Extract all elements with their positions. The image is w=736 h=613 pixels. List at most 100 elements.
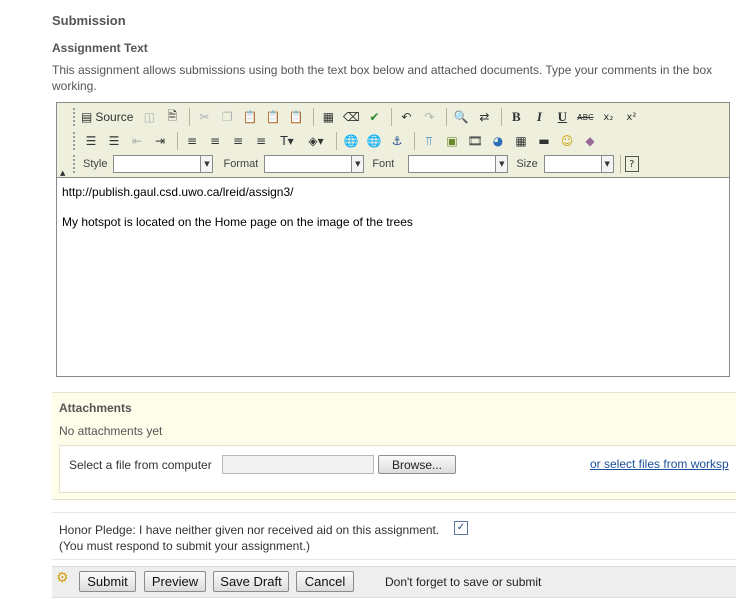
file-path-input[interactable] [222, 455, 374, 474]
section-title: Submission [52, 13, 126, 28]
image-icon[interactable]: ▣ [442, 131, 462, 151]
undo-icon[interactable]: ↶ [396, 107, 416, 127]
size-select[interactable]: ▼ [543, 155, 614, 173]
bold-icon[interactable]: B [506, 107, 526, 127]
toolbar-separator [619, 155, 621, 173]
outdent-icon[interactable]: ⇤ [127, 131, 147, 151]
align-justify-icon[interactable]: ≡ [251, 131, 271, 151]
action-bar: ⚙ Submit Preview Save Draft Cancel Don't… [52, 566, 736, 598]
style-select[interactable]: ▼ [113, 155, 214, 173]
align-center-icon[interactable]: ≡ [205, 131, 225, 151]
font-select[interactable]: ▼ [408, 155, 509, 173]
assignment-text-heading: Assignment Text [52, 41, 148, 55]
toolbar-separator [446, 108, 448, 126]
toolbar-separator [177, 132, 178, 150]
horizontal-rule-icon[interactable]: ▬ [534, 131, 554, 151]
subscript-icon[interactable]: x₂ [598, 107, 618, 127]
indent-icon[interactable]: ⇥ [150, 131, 170, 151]
templates-icon[interactable]: 🗎 [162, 107, 182, 127]
honor-pledge-text: Honor Pledge: I have neither given nor r… [59, 523, 440, 537]
editor-content[interactable]: http://publish.gaul.csd.uwo.ca/lreid/ass… [62, 184, 413, 230]
align-right-icon[interactable]: ≡ [228, 131, 248, 151]
paste-text-icon[interactable]: 📋 [263, 107, 283, 127]
background-color-icon[interactable]: ◈▾ [303, 131, 329, 151]
rich-text-editor: ▤ Source ◫ 🗎 ✂ ❐ 📋 📋 📋 ▦ ⌫ ✔ ↶ ↷ 🔍 ⇄ B I … [56, 102, 730, 377]
select-from-workspace-link[interactable]: or select files from worksp [590, 457, 729, 471]
numbered-list-icon[interactable]: ☰ [81, 131, 101, 151]
cut-icon[interactable]: ✂ [194, 107, 214, 127]
toolbar-grip [73, 108, 78, 126]
cancel-button[interactable]: Cancel [296, 571, 354, 592]
replace-icon[interactable]: ⇄ [474, 107, 494, 127]
save-reminder-text: Don't forget to save or submit [385, 575, 542, 589]
select-all-icon[interactable]: ▦ [318, 107, 338, 127]
save-draft-button[interactable]: Save Draft [213, 571, 289, 592]
spellcheck-icon[interactable]: ✔ [364, 107, 384, 127]
content-line-2: My hotspot is located on the Home page o… [62, 215, 413, 229]
honor-pledge-checkbox[interactable]: ✓ [454, 521, 468, 535]
collapse-toolbar-icon[interactable]: ▲ [60, 169, 65, 177]
toolbar-row-3: Style ▼ Format ▼ Font ▼ Size ▼ ? [73, 153, 642, 175]
source-icon: ▤ [81, 110, 93, 124]
special-char-icon[interactable]: ◆ [580, 131, 600, 151]
attachments-title: Attachments [59, 401, 132, 415]
honor-pledge-panel: Honor Pledge: I have neither given nor r… [52, 512, 736, 560]
chevron-down-icon: ▼ [600, 156, 613, 172]
anchor-icon[interactable]: ⚓ [387, 131, 407, 151]
preview-button[interactable]: Preview [144, 571, 206, 592]
content-line-1: http://publish.gaul.csd.uwo.ca/lreid/ass… [62, 185, 294, 199]
chevron-down-icon: ▼ [495, 156, 508, 172]
help-icon[interactable]: ? [624, 156, 639, 172]
toolbar-separator [501, 108, 503, 126]
link-icon[interactable]: 🌐 [341, 131, 361, 151]
gear-icon: ⚙ [56, 570, 69, 586]
paste-icon[interactable]: 📋 [240, 107, 260, 127]
superscript-icon[interactable]: x² [621, 107, 641, 127]
toolbar-separator [414, 132, 415, 150]
underline-icon[interactable]: U [552, 107, 572, 127]
toolbar-separator [336, 132, 337, 150]
copy-icon[interactable]: ❐ [217, 107, 237, 127]
find-icon[interactable]: 🔍 [451, 107, 471, 127]
toolbar-grip [73, 132, 78, 150]
size-label: Size [516, 158, 538, 170]
paste-word-icon[interactable]: 📋 [286, 107, 306, 127]
text-color-icon[interactable]: T▾ [274, 131, 300, 151]
source-label: Source [95, 110, 134, 124]
toolbar-separator [189, 108, 191, 126]
remove-format-icon[interactable]: ⌫ [341, 107, 361, 127]
assignment-instructions: This assignment allows submissions using… [52, 62, 736, 94]
bulleted-list-icon[interactable]: ☰ [104, 131, 124, 151]
format-label: Format [223, 158, 259, 170]
editor-toolbar: ▤ Source ◫ 🗎 ✂ ❐ 📋 📋 📋 ▦ ⌫ ✔ ↶ ↷ 🔍 ⇄ B I … [57, 103, 729, 178]
browse-button[interactable]: Browse... [378, 455, 456, 474]
font-label: Font [372, 158, 395, 170]
chevron-down-icon: ▼ [351, 156, 364, 172]
redo-icon[interactable]: ↷ [419, 107, 439, 127]
source-button[interactable]: ▤ Source [81, 110, 133, 124]
movie-icon[interactable]: 🎞 [465, 131, 485, 151]
paste-disabled-icon[interactable]: ◫ [139, 107, 159, 127]
unlink-icon[interactable]: 🌐 [364, 131, 384, 151]
flash-icon[interactable]: ◕ [488, 131, 508, 151]
instructions-line-1: This assignment allows submissions using… [52, 63, 713, 77]
attachments-panel: Attachments No attachments yet Select a … [52, 392, 736, 500]
smiley-icon[interactable]: ☺ [557, 131, 577, 151]
no-attachments-text: No attachments yet [59, 424, 163, 438]
italic-icon[interactable]: I [529, 107, 549, 127]
table-icon[interactable]: ▦ [511, 131, 531, 151]
instructions-line-2: working. [52, 79, 97, 93]
strikethrough-icon[interactable]: ABC [575, 107, 595, 127]
toolbar-row-2: ☰ ☰ ⇤ ⇥ ≡ ≡ ≡ ≡ T▾ ◈▾ 🌐 🌐 ⚓ ⫪ ▣ 🎞 ◕ ▦ ▬ … [73, 130, 603, 152]
toolbar-separator [391, 108, 393, 126]
align-left-icon[interactable]: ≡ [182, 131, 202, 151]
toolbar-separator [313, 108, 315, 126]
format-select[interactable]: ▼ [264, 155, 365, 173]
chevron-down-icon: ▼ [200, 156, 213, 172]
select-file-label: Select a file from computer [69, 458, 212, 472]
submit-button[interactable]: Submit [79, 571, 136, 592]
toolbar-grip [73, 155, 78, 173]
media-icon[interactable]: ⫪ [419, 131, 439, 151]
file-select-box: Select a file from computer Browse... or… [59, 445, 736, 493]
style-label: Style [83, 158, 108, 170]
